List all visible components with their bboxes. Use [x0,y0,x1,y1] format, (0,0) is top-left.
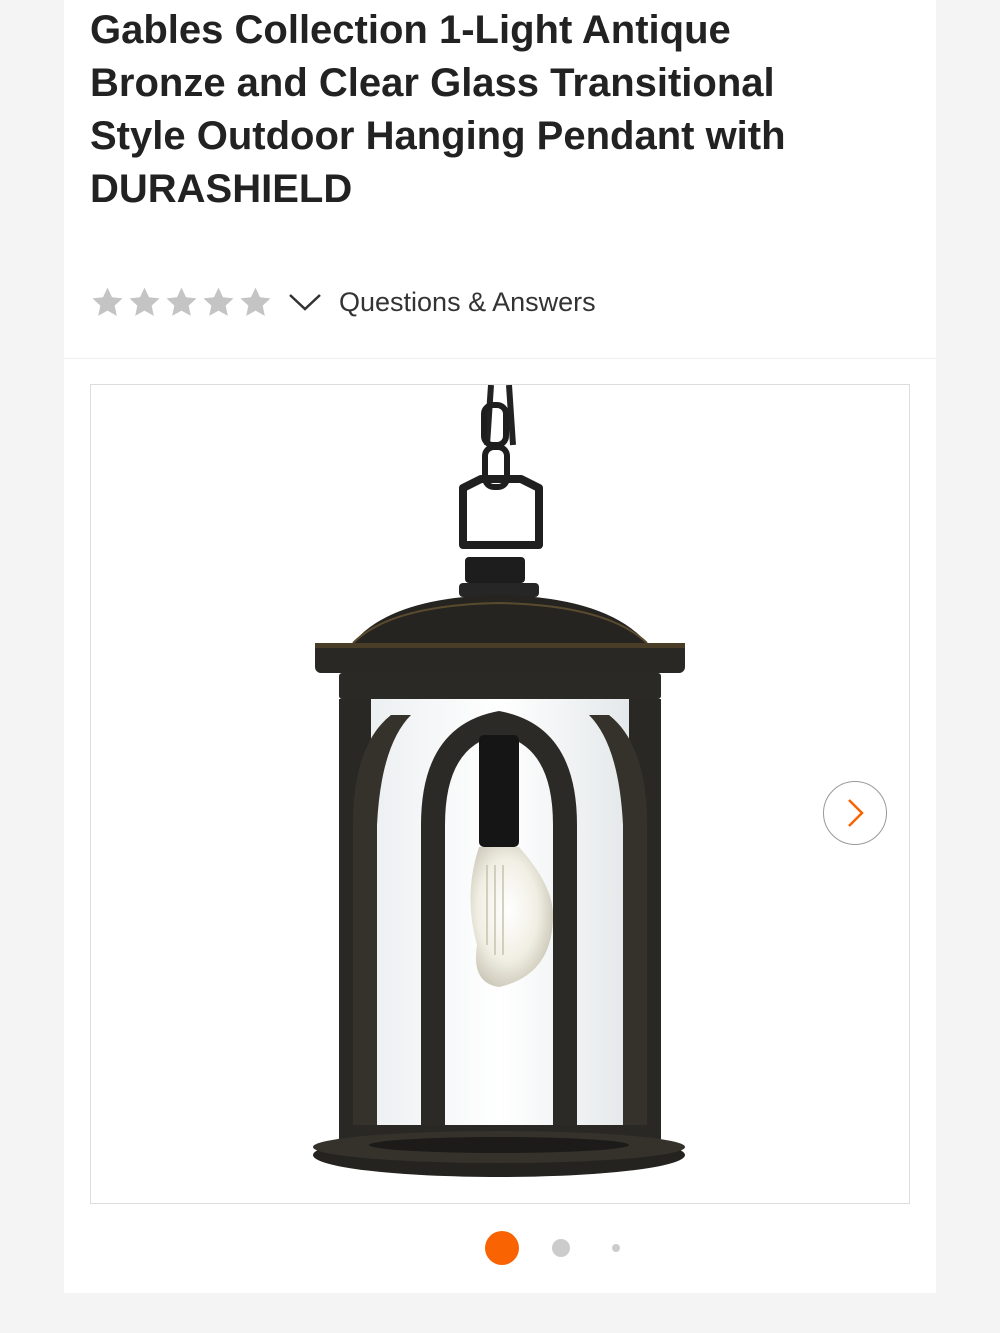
star-icon [166,287,197,316]
product-card: Gables Collection 1-Light Antique Bronze… [64,0,936,1293]
star-icon [92,287,123,316]
questions-answers-link[interactable]: Questions & Answers [339,287,596,318]
rating-row: Questions & Answers [90,280,596,324]
carousel-pagination [64,1228,936,1268]
star-rating[interactable] [90,285,273,320]
lantern-pendant-image [313,385,685,1177]
product-image-frame[interactable] [90,384,910,1204]
star-icon [129,287,160,316]
pagination-dot[interactable] [612,1244,620,1252]
star-icon [203,287,234,316]
chevron-down-icon [289,294,321,311]
pagination-dot[interactable] [552,1239,570,1257]
chevron-right-icon [848,799,864,827]
rating-expand-button[interactable] [285,282,325,322]
pagination-dot-active[interactable] [485,1231,519,1265]
next-image-button[interactable] [823,781,887,845]
star-icon [240,287,271,316]
divider [64,358,936,359]
product-title: Gables Collection 1-Light Antique Bronze… [90,8,786,211]
